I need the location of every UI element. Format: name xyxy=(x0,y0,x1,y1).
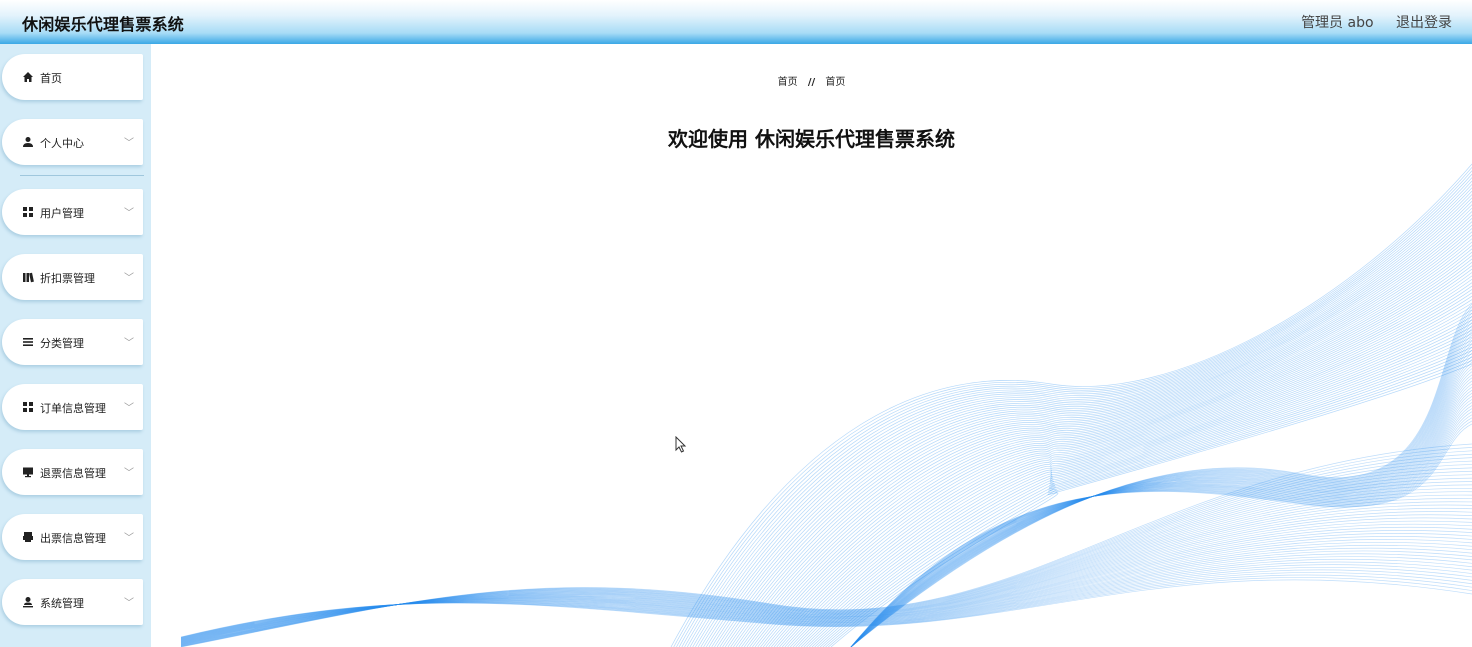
chevron-down-icon: ﹀ xyxy=(124,598,134,609)
mouse-cursor-icon xyxy=(675,436,687,453)
breadcrumb-item-home[interactable]: 首页 xyxy=(778,77,798,88)
breadcrumb-item-current: 首页 xyxy=(825,77,846,88)
grid-icon xyxy=(23,402,33,412)
welcome-heading: 欢迎使用 休闲娱乐代理售票系统 xyxy=(668,127,955,151)
chevron-down-icon: ﹀ xyxy=(124,338,134,349)
top-header: 休闲娱乐代理售票系统 管理员 abo 退出登录 xyxy=(0,0,1472,44)
sidebar-divider xyxy=(20,175,144,176)
admin-user-label: 管理员 abo xyxy=(1301,15,1374,31)
list-icon xyxy=(23,338,33,346)
app-title: 休闲娱乐代理售票系统 xyxy=(22,15,185,34)
sidebar-item-label: 折扣票管理 xyxy=(40,272,95,285)
sidebar-item-home[interactable]: 首页 xyxy=(2,54,143,100)
monitor-icon xyxy=(23,467,33,478)
sidebar-item-order-info[interactable]: 订单信息管理 ﹀ xyxy=(2,384,143,430)
sidebar-item-label: 退票信息管理 xyxy=(40,467,106,480)
sidebar-item-discount-tickets[interactable]: 折扣票管理 ﹀ xyxy=(2,254,143,300)
chevron-down-icon: ﹀ xyxy=(124,273,134,284)
chevron-down-icon: ﹀ xyxy=(124,533,134,544)
sidebar-item-label: 首页 xyxy=(40,72,62,85)
chevron-down-icon: ﹀ xyxy=(124,208,134,219)
header-user-area: 管理员 abo 退出登录 xyxy=(1301,12,1452,32)
breadcrumb: 首页 // 首页 xyxy=(151,73,1472,88)
sidebar-item-label: 系统管理 xyxy=(40,597,84,610)
sidebar-item-user-management[interactable]: 用户管理 ﹀ xyxy=(2,189,143,235)
person-icon xyxy=(23,137,33,147)
sidebar: 首页 个人中心 ﹀ 用户管理 ﹀ 折扣票管理 ﹀ 分类管理 ﹀ 订单信息管理 ﹀… xyxy=(0,44,151,647)
grid-icon xyxy=(23,207,33,217)
sidebar-item-personal-center[interactable]: 个人中心 ﹀ xyxy=(2,119,143,165)
sidebar-item-label: 出票信息管理 xyxy=(40,532,106,545)
sidebar-item-system-management[interactable]: 系统管理 ﹀ xyxy=(2,579,143,625)
main-content: 首页 // 首页 欢迎使用 休闲娱乐代理售票系统 xyxy=(151,44,1472,647)
sidebar-item-label: 个人中心 xyxy=(40,137,84,150)
sidebar-item-refund-info[interactable]: 退票信息管理 ﹀ xyxy=(2,449,143,495)
logout-link[interactable]: 退出登录 xyxy=(1396,12,1452,32)
sidebar-item-label: 用户管理 xyxy=(40,207,84,220)
chevron-down-icon: ﹀ xyxy=(124,138,134,149)
sidebar-item-label: 分类管理 xyxy=(40,337,84,350)
user-settings-icon xyxy=(23,597,33,608)
sidebar-item-ticketing-info[interactable]: 出票信息管理 ﹀ xyxy=(2,514,143,560)
home-icon xyxy=(23,72,33,82)
books-icon xyxy=(23,272,34,283)
sidebar-item-label: 订单信息管理 xyxy=(40,402,106,415)
sidebar-item-category-management[interactable]: 分类管理 ﹀ xyxy=(2,319,143,365)
breadcrumb-separator: // xyxy=(807,77,816,88)
printer-icon xyxy=(23,532,33,542)
chevron-down-icon: ﹀ xyxy=(124,403,134,414)
chevron-down-icon: ﹀ xyxy=(124,468,134,479)
